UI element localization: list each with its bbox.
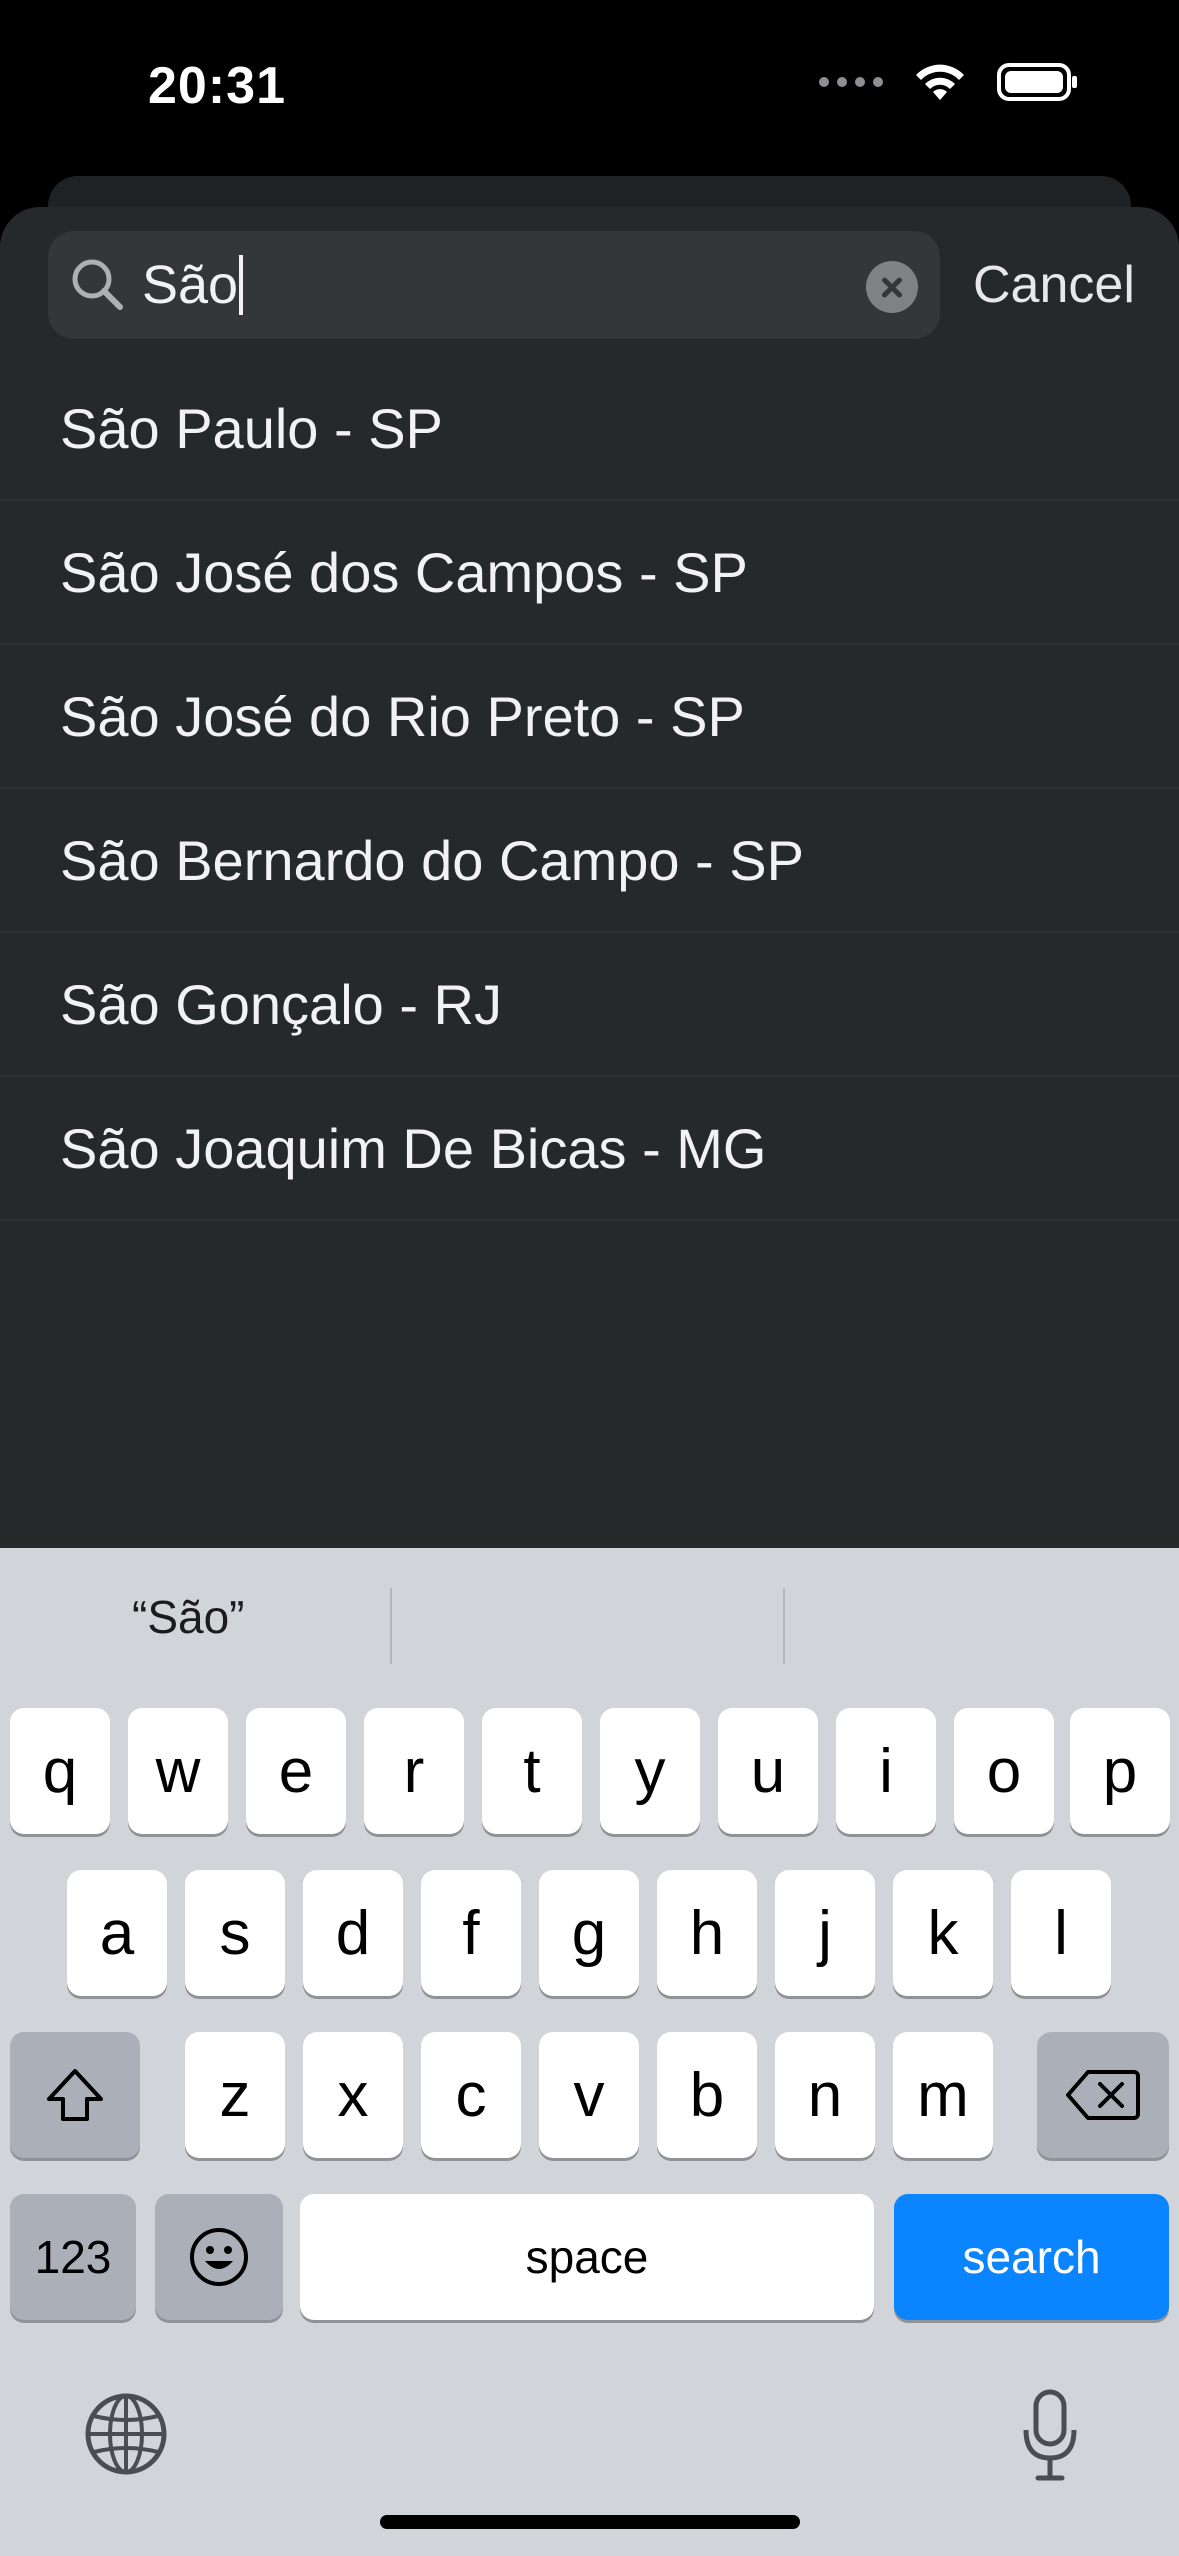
home-indicator — [380, 2515, 800, 2529]
prediction-divider — [390, 1588, 392, 1664]
search-input[interactable]: São — [48, 231, 940, 339]
search-sheet: São Cancel São Paulo - SP São José dos C… — [0, 207, 1179, 1607]
prediction-suggestion[interactable]: “São” — [132, 1590, 244, 1644]
key-l[interactable]: l — [1011, 1870, 1111, 1996]
result-item[interactable]: São Bernardo do Campo - SP — [0, 789, 1179, 933]
key-j[interactable]: j — [775, 1870, 875, 1996]
microphone-icon[interactable] — [1020, 2388, 1080, 2484]
key-h[interactable]: h — [657, 1870, 757, 1996]
globe-icon[interactable] — [84, 2392, 168, 2476]
battery-icon — [997, 63, 1077, 101]
key-o[interactable]: o — [954, 1708, 1054, 1834]
search-key[interactable]: search — [894, 2194, 1169, 2320]
key-w[interactable]: w — [128, 1708, 228, 1834]
key-c[interactable]: c — [421, 2032, 521, 2158]
key-u[interactable]: u — [718, 1708, 818, 1834]
space-key[interactable]: space — [300, 2194, 874, 2320]
key-m[interactable]: m — [893, 2032, 993, 2158]
cellular-signal-icon — [819, 77, 883, 87]
search-input-text: São — [142, 255, 244, 315]
search-icon — [72, 259, 123, 310]
prediction-bar: “São” — [0, 1548, 1179, 1688]
cancel-button[interactable]: Cancel — [973, 251, 1135, 319]
key-g[interactable]: g — [539, 1870, 639, 1996]
wifi-icon — [916, 64, 964, 100]
key-v[interactable]: v — [539, 2032, 639, 2158]
status-icons — [819, 62, 1079, 102]
key-n[interactable]: n — [775, 2032, 875, 2158]
key-p[interactable]: p — [1070, 1708, 1170, 1834]
key-q[interactable]: q — [10, 1708, 110, 1834]
delete-key[interactable] — [1037, 2032, 1169, 2158]
key-e[interactable]: e — [246, 1708, 346, 1834]
status-time: 20:31 — [148, 57, 286, 115]
result-item[interactable]: São José dos Campos - SP — [0, 501, 1179, 645]
key-y[interactable]: y — [600, 1708, 700, 1834]
clear-search-button[interactable] — [866, 261, 918, 313]
key-r[interactable]: r — [364, 1708, 464, 1834]
status-bar: 20:31 — [0, 0, 1179, 175]
numbers-key[interactable]: 123 — [10, 2194, 136, 2320]
search-bar: São Cancel — [48, 231, 1135, 339]
key-f[interactable]: f — [421, 1870, 521, 1996]
key-s[interactable]: s — [185, 1870, 285, 1996]
result-item[interactable]: São José do Rio Preto - SP — [0, 645, 1179, 789]
keyboard: “São” q w e r t y u i o p a s d f g h j … — [0, 1548, 1179, 2556]
shift-key[interactable] — [10, 2032, 140, 2158]
key-z[interactable]: z — [185, 2032, 285, 2158]
emoji-icon — [190, 2228, 248, 2286]
key-a[interactable]: a — [67, 1870, 167, 1996]
search-results-list: São Paulo - SP São José dos Campos - SP … — [0, 357, 1179, 1221]
key-i[interactable]: i — [836, 1708, 936, 1834]
text-caret — [239, 255, 244, 315]
prediction-divider — [783, 1588, 785, 1664]
backspace-icon — [1066, 2070, 1140, 2120]
key-k[interactable]: k — [893, 1870, 993, 1996]
shift-icon — [47, 2069, 103, 2121]
result-item[interactable]: São Paulo - SP — [0, 357, 1179, 501]
result-item[interactable]: São Gonçalo - RJ — [0, 933, 1179, 1077]
key-d[interactable]: d — [303, 1870, 403, 1996]
key-t[interactable]: t — [482, 1708, 582, 1834]
emoji-key[interactable] — [155, 2194, 283, 2320]
key-b[interactable]: b — [657, 2032, 757, 2158]
key-x[interactable]: x — [303, 2032, 403, 2158]
result-item[interactable]: São Joaquim De Bicas - MG — [0, 1077, 1179, 1221]
